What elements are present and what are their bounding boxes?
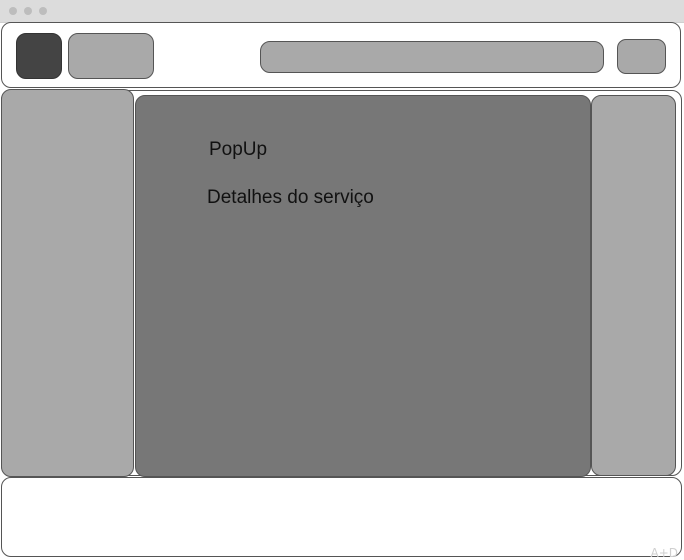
right-sidebar[interactable] (591, 95, 676, 476)
window-dot-icon[interactable] (9, 7, 17, 15)
popup-title: PopUp (209, 139, 268, 160)
brand-placeholder[interactable] (68, 33, 154, 79)
window-dot-icon[interactable] (24, 7, 32, 15)
header-action-button[interactable] (617, 39, 666, 74)
popup-subtitle: Detalhes do serviço (207, 187, 374, 208)
search-input[interactable] (260, 41, 604, 73)
window-titlebar (0, 0, 684, 23)
left-sidebar[interactable] (1, 89, 134, 477)
window-dot-icon[interactable] (39, 7, 47, 15)
header-bar (1, 22, 681, 88)
watermark: A+D (650, 546, 678, 560)
service-popup[interactable]: PopUp Detalhes do serviço (135, 95, 591, 477)
app-window: PopUp Detalhes do serviço A+D (0, 0, 684, 560)
logo[interactable] (16, 33, 62, 79)
footer (1, 477, 682, 557)
